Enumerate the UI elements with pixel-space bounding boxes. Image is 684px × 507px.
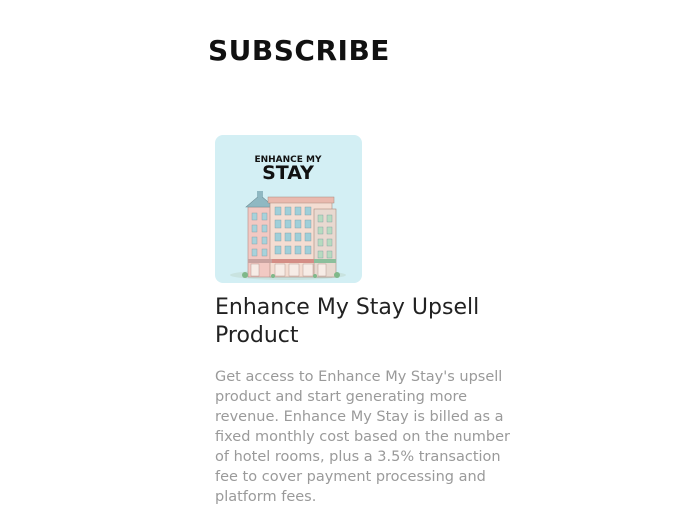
- page-heading: SUBSCRIBE: [208, 34, 390, 67]
- hotel-building-illustration: ENHANCE MY STAY: [215, 135, 362, 283]
- product-image[interactable]: ENHANCE MY STAY: [215, 135, 362, 283]
- product-description: Get access to Enhance My Stay's upsell p…: [215, 369, 511, 505]
- product-title: Enhance My Stay Upsell Product: [215, 295, 480, 348]
- product-card[interactable]: ENHANCE MY STAY Enhance My Stay Upsell P…: [215, 135, 525, 507]
- logo-line-2: STAY: [262, 162, 314, 184]
